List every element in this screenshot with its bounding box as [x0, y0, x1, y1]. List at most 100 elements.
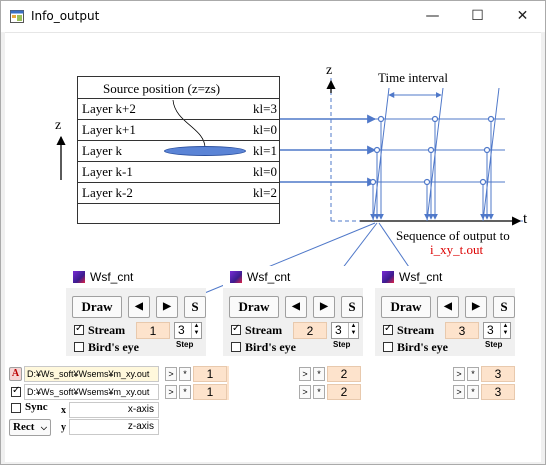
close-button[interactable]: ✕ — [500, 1, 545, 32]
stream-checkbox[interactable] — [383, 323, 393, 335]
layer-row: Layer k-1 kl=0 — [78, 161, 279, 182]
stream-label: Stream — [397, 323, 435, 337]
star-button[interactable]: * — [467, 367, 479, 381]
gt-button[interactable]: > — [299, 367, 311, 381]
spinner-arrows-icon[interactable]: ▲ ▼ — [348, 323, 358, 338]
star-button[interactable]: * — [179, 385, 191, 399]
layer-row: Layer k+1 kl=0 — [78, 119, 279, 140]
layer-kl: kl=0 — [253, 122, 277, 137]
sync-label: Sync — [25, 401, 48, 413]
star-button[interactable]: * — [313, 385, 325, 399]
col2-value-2[interactable]: 2 — [327, 384, 361, 400]
stream-value[interactable]: 1 — [136, 322, 170, 339]
layer-kl: kl=0 — [253, 164, 277, 179]
sync-checkbox[interactable] — [11, 403, 21, 413]
star-button[interactable]: * — [313, 367, 325, 381]
info-output-window: Info_output — ☐ ✕ Source position (z=zs)… — [0, 0, 546, 465]
minimize-button[interactable]: — — [410, 1, 455, 32]
stream-label: Stream — [245, 323, 283, 337]
star-button[interactable]: * — [179, 367, 191, 381]
panel-title-bar: Wsf_cnt — [223, 266, 363, 288]
layer-kl: kl=3 — [253, 101, 277, 116]
step-value: 3 — [487, 323, 494, 337]
col3-value-2[interactable]: 3 — [481, 384, 515, 400]
y-label: y — [61, 422, 66, 433]
path-field-1[interactable]: D:¥Ws_soft¥Wsems¥m_xy.out — [24, 366, 159, 382]
prev-icon[interactable]: ◀ — [437, 296, 459, 318]
maximize-icon: ☐ — [471, 8, 484, 24]
birds-eye-label: Bird's eye — [397, 340, 448, 354]
layer-row — [78, 203, 279, 224]
maximize-button[interactable]: ☐ — [455, 1, 500, 32]
gt-button[interactable]: > — [165, 367, 177, 381]
layer-name: Layer k-1 — [82, 164, 133, 179]
col3-value-1[interactable]: 3 — [481, 366, 515, 382]
stream-label: Stream — [88, 323, 126, 337]
birds-eye-checkbox[interactable] — [231, 342, 241, 352]
draw-button[interactable]: Draw — [381, 296, 431, 318]
next-icon[interactable]: ▶ — [465, 296, 487, 318]
step-label: Step — [333, 340, 351, 349]
birds-eye-checkbox[interactable] — [74, 342, 84, 352]
wsf-cnt-panel-2: Wsf_cnt Draw ◀ ▶ S Stream 2 3 ▲▼ Step Bir… — [223, 266, 363, 356]
col1-value-2[interactable]: 1 — [193, 384, 227, 400]
layer-name: Layer k+1 — [82, 122, 136, 137]
wsf-cnt-panel-1: Wsf_cnt Draw ◀ ▶ S Stream 1 3 ▲▼ Step Bir… — [66, 266, 206, 356]
wsf-app-icon — [73, 271, 85, 283]
spinner-arrows-icon[interactable]: ▲ ▼ — [500, 323, 510, 338]
col1-highlight — [227, 366, 229, 400]
gt-button[interactable]: > — [453, 367, 465, 381]
gt-button[interactable]: > — [299, 385, 311, 399]
col2-value-1[interactable]: 2 — [327, 366, 361, 382]
source-ellipse — [164, 146, 246, 156]
stream-checkbox[interactable] — [74, 323, 84, 335]
stream-checkbox[interactable] — [231, 323, 241, 335]
next-icon[interactable]: ▶ — [156, 296, 178, 318]
panel-title: Wsf_cnt — [90, 270, 134, 284]
wsf-app-icon — [382, 271, 394, 283]
a-button[interactable]: A — [9, 367, 22, 381]
gt-button[interactable]: > — [165, 385, 177, 399]
draw-button[interactable]: Draw — [229, 296, 279, 318]
gt-button[interactable]: > — [453, 385, 465, 399]
axis-t-label: t — [523, 211, 528, 227]
next-icon[interactable]: ▶ — [313, 296, 335, 318]
title-bar: Info_output — ☐ ✕ — [1, 1, 545, 32]
step-label: Step — [485, 340, 503, 349]
step-value: 3 — [178, 323, 185, 337]
star-button[interactable]: * — [467, 385, 479, 399]
layer-kl: kl=1 — [253, 143, 277, 158]
content-area: Source position (z=zs) z Layer k+2 kl=3 … — [5, 32, 541, 462]
layer-name: Layer k+2 — [82, 101, 136, 116]
panel-title-bar: Wsf_cnt — [375, 266, 515, 288]
layer-row: Layer k kl=1 — [78, 140, 279, 161]
birds-eye-checkbox[interactable] — [383, 342, 393, 352]
z-direction-label: z — [55, 118, 62, 133]
s-button[interactable]: S — [341, 296, 363, 318]
birds-eye-label: Bird's eye — [88, 340, 139, 354]
x-label: x — [61, 405, 66, 416]
step-spinner[interactable]: 3 ▲ ▼ — [331, 322, 359, 339]
x-axis-field[interactable]: x-axis — [69, 402, 159, 418]
draw-button[interactable]: Draw — [72, 296, 122, 318]
s-button[interactable]: S — [184, 296, 206, 318]
stream-value[interactable]: 3 — [445, 322, 479, 339]
app-icon — [10, 10, 24, 23]
path-2-checkbox[interactable] — [11, 385, 21, 397]
col1-value-1[interactable]: 1 — [193, 366, 227, 382]
controls-area: A D:¥Ws_soft¥Wsems¥m_xy.out D:¥Ws_soft¥W… — [5, 364, 541, 463]
rect-select[interactable]: Rect ⌵ — [9, 419, 51, 436]
step-spinner[interactable]: 3 ▲ ▼ — [174, 322, 202, 339]
wsf-app-icon — [230, 271, 242, 283]
stream-value[interactable]: 2 — [293, 322, 327, 339]
z-axis-field[interactable]: z-axis — [69, 419, 159, 435]
prev-icon[interactable]: ◀ — [128, 296, 150, 318]
s-button[interactable]: S — [493, 296, 515, 318]
prev-icon[interactable]: ◀ — [285, 296, 307, 318]
step-spinner[interactable]: 3 ▲ ▼ — [483, 322, 511, 339]
spinner-arrows-icon[interactable]: ▲ ▼ — [191, 323, 201, 338]
path-field-2[interactable]: D:¥Ws_soft¥Wsems¥m_xy.out — [24, 384, 159, 400]
layer-name: Layer k — [82, 143, 123, 158]
step-value: 3 — [335, 323, 342, 337]
layer-name: Layer k-2 — [82, 185, 133, 200]
